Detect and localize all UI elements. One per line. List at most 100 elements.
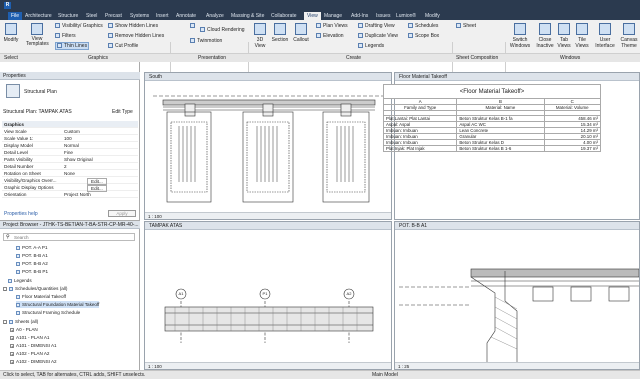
view-south-tab[interactable]: South: [145, 73, 391, 81]
tab-architecture[interactable]: Architecture: [25, 12, 52, 20]
prop-row[interactable]: Visibility/Graphics Overr... Edit...: [2, 177, 138, 185]
edit-type-button[interactable]: Edit Type: [112, 109, 133, 115]
tree-item[interactable]: + A101 - PLAN A1: [10, 334, 49, 341]
prop-row[interactable]: Parts Visibility Show Original: [2, 156, 138, 163]
tab-issues[interactable]: Issues: [376, 12, 390, 20]
thin-lines-button[interactable]: Thin Lines: [55, 42, 90, 50]
render-button[interactable]: [190, 23, 197, 29]
tab-view[interactable]: View: [304, 12, 321, 20]
expand-icon[interactable]: +: [10, 328, 14, 333]
view-tampak-atas-tab[interactable]: TAMPAK ATAS: [145, 222, 391, 230]
view-control-bar[interactable]: 1 : 100: [145, 212, 391, 219]
tree-item[interactable]: - Sheets (all): [3, 318, 38, 325]
tab-add-ins[interactable]: Add-Ins: [351, 12, 368, 20]
table-row[interactable]: Plat Injak: Plat Injak Beton Struktur Kel…: [382, 145, 601, 153]
expand-icon[interactable]: +: [10, 344, 14, 349]
expand-icon[interactable]: +: [10, 336, 14, 341]
tab-annotate[interactable]: Annotate: [176, 12, 196, 20]
tab-systems[interactable]: Systems: [130, 12, 149, 20]
tab-collaborate[interactable]: Collaborate: [271, 12, 297, 20]
remove-hidden-lines-button[interactable]: Remove Hidden Lines: [108, 33, 164, 39]
expand-icon[interactable]: -: [3, 320, 7, 325]
view-control-bar[interactable]: 1 : 100: [145, 362, 391, 369]
cell-volume[interactable]: 19.37 m³: [543, 145, 601, 153]
tree-item[interactable]: Floor Material Takeoff: [16, 293, 66, 300]
tab-massing-site[interactable]: Massing & Site: [231, 12, 264, 20]
duplicate-view-button[interactable]: Duplicate View: [358, 33, 398, 39]
cut-profile-button[interactable]: Cut Profile: [108, 43, 138, 49]
instance-selector[interactable]: Structural Plan: TAMPAK ATAS: [3, 109, 72, 115]
prop-row[interactable]: Display Model Normal: [2, 142, 138, 149]
tree-item[interactable]: POT. B-B A2: [16, 260, 48, 267]
tree-item[interactable]: POT. B-B P1: [16, 268, 48, 275]
drafting-view-button[interactable]: Drafting View: [358, 23, 395, 29]
tab-analyze[interactable]: Analyze: [206, 12, 224, 20]
browser-search-input[interactable]: [14, 234, 132, 240]
view-pot-bb-a1[interactable]: POT. B-B A1 1 : 25: [394, 221, 640, 370]
prop-row[interactable]: Graphic Display Options Edit...: [2, 184, 138, 192]
grid-bubble-label[interactable]: A2: [343, 291, 355, 296]
tree-item[interactable]: + A0 - PLAN: [10, 326, 38, 333]
tree-item[interactable]: POT. B-B A1: [16, 252, 48, 259]
tree-item[interactable]: POT. A-A P1: [16, 244, 48, 251]
prop-row[interactable]: Detail Level Fine: [2, 149, 138, 156]
properties-help-link[interactable]: Properties help: [4, 211, 38, 217]
prop-row[interactable]: Orientation Project North: [2, 191, 138, 198]
close-inactive-button[interactable]: Close Inactive: [535, 23, 555, 49]
view-south[interactable]: South 1 : 100: [144, 72, 392, 220]
group-select[interactable]: Select: [4, 55, 18, 61]
filters-button[interactable]: Filters: [55, 33, 76, 39]
prop-row[interactable]: View Scale Custom: [2, 128, 138, 135]
sheet-button[interactable]: Sheet: [456, 23, 476, 29]
cell-material[interactable]: Beton Struktur Kelas B 1-6: [456, 145, 545, 153]
browser-search-box[interactable]: ⚲: [3, 233, 135, 241]
visibility-graphics-button[interactable]: Visibility/ Graphics: [55, 23, 103, 29]
tab-modify[interactable]: Modify: [425, 12, 440, 20]
section-button[interactable]: Section: [271, 23, 289, 43]
tree-item[interactable]: + A102 - PLAN A2: [10, 350, 49, 357]
tree-item[interactable]: + A101 - DIMENSI A1: [10, 342, 57, 349]
callout-button[interactable]: Callout: [292, 23, 310, 43]
tree-item[interactable]: Legends: [8, 277, 32, 284]
prop-row[interactable]: Rotation on Sheet None: [2, 170, 138, 177]
tab-structure[interactable]: Structure: [58, 12, 78, 20]
user-interface-button[interactable]: User Interface: [594, 23, 616, 49]
prop-row[interactable]: Scale Value 1: 100: [2, 135, 138, 142]
expand-icon[interactable]: -: [3, 287, 7, 292]
view-pot-tab[interactable]: POT. B-B A1: [395, 222, 639, 230]
tile-views-button[interactable]: Tile Views: [574, 23, 590, 49]
grid-bubble-label[interactable]: A1: [175, 291, 187, 296]
expand-icon[interactable]: +: [10, 360, 14, 365]
group-graphics-header[interactable]: Graphics: [2, 121, 138, 128]
grid-bubble-label[interactable]: P1: [259, 291, 271, 296]
scope-box-button[interactable]: Scope Box: [408, 33, 439, 39]
view-control-bar[interactable]: 1 : 25: [395, 362, 639, 369]
3d-view-button[interactable]: 3D View: [253, 23, 267, 49]
type-selector[interactable]: Structural Plan: [24, 89, 57, 95]
show-hidden-lines-button[interactable]: Show Hidden Lines: [108, 23, 158, 29]
tab-steel[interactable]: Steel: [86, 12, 97, 20]
apply-button[interactable]: Apply: [108, 210, 136, 217]
tab-precast[interactable]: Precast: [105, 12, 122, 20]
revit-logo[interactable]: R: [4, 2, 11, 9]
tree-item-selected[interactable]: Structural Foundation Material Takeoff: [16, 301, 100, 308]
plan-views-button[interactable]: Plan Views: [316, 23, 348, 29]
cell-family-type[interactable]: Plat Injak: Plat Injak: [382, 145, 458, 153]
expand-icon[interactable]: +: [10, 352, 14, 357]
tree-item[interactable]: + A102 - DIMENSI A2: [10, 358, 57, 365]
tab-lumion[interactable]: Lumion®: [396, 12, 416, 20]
view-templates-button[interactable]: View Templates: [26, 23, 49, 47]
legends-button[interactable]: Legends: [358, 43, 384, 49]
tab-file[interactable]: File: [8, 12, 22, 20]
schedule-tab[interactable]: Floor Material Takeoff: [395, 73, 639, 81]
canvas-theme-button[interactable]: Canvas Theme: [619, 23, 639, 49]
view-tampak-atas[interactable]: TAMPAK ATAS A1 P1 A2 1 : 100: [144, 221, 392, 370]
prop-row[interactable]: Detail Number 2: [2, 163, 138, 170]
schedules-button[interactable]: Schedules: [408, 23, 438, 29]
modify-button[interactable]: Modify: [3, 23, 19, 43]
tree-item[interactable]: Structural Framing Schedule: [16, 309, 80, 316]
cloud-rendering-button[interactable]: Cloud Rendering: [200, 27, 245, 33]
twinmotion-button[interactable]: Twinmotion: [190, 38, 222, 44]
tab-insert[interactable]: Insert: [156, 12, 169, 20]
tab-manage[interactable]: Manage: [324, 12, 342, 20]
